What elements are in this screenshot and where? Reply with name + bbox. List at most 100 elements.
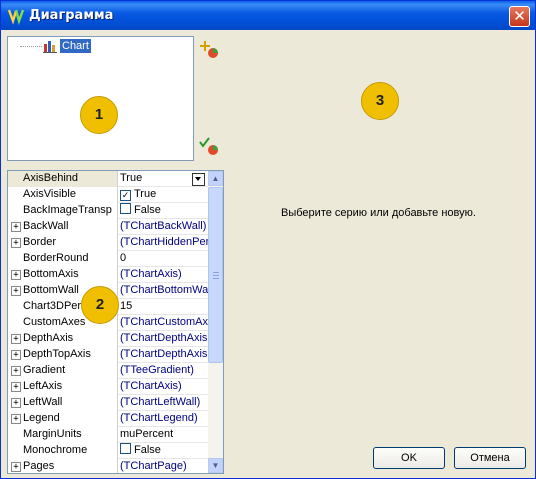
property-value-cell[interactable]: (TChartLeftWall): [118, 395, 208, 411]
property-row[interactable]: + Legend (TChartLegend): [8, 411, 208, 427]
property-row[interactable]: AxisBehind True: [8, 171, 208, 187]
property-row[interactable]: + Pages (TChartPage): [8, 459, 208, 473]
property-value-cell[interactable]: (TChartAxis): [118, 267, 208, 283]
callout-badge-1: 1: [80, 96, 118, 134]
property-grid[interactable]: AxisBehind True AxisVisible ✓ True BackImageT…: [7, 170, 224, 474]
scroll-down-icon[interactable]: ▼: [208, 458, 223, 473]
cancel-button[interactable]: Отмена: [454, 447, 526, 469]
close-button[interactable]: ✕: [509, 6, 530, 27]
window-title: Диаграмма: [29, 8, 114, 23]
expand-icon[interactable]: +: [11, 382, 21, 392]
property-value-cell[interactable]: (TChartDepthAxis: [118, 347, 208, 363]
dropdown-arrow-icon[interactable]: [192, 173, 205, 186]
property-value-cell[interactable]: (TChartAxis): [118, 379, 208, 395]
property-name-cell: + Border: [8, 235, 118, 251]
property-name-cell: Monochrome: [8, 443, 118, 459]
scroll-thumb[interactable]: [208, 187, 223, 363]
property-name: BackImageTransp: [23, 204, 112, 216]
property-value-cell[interactable]: 0: [118, 251, 208, 267]
property-name-cell: + LeftAxis: [8, 379, 118, 395]
property-name: MarginUnits: [23, 428, 82, 440]
tree-item-chart[interactable]: Chart: [60, 39, 91, 53]
property-name-cell: BackImageTransp: [8, 203, 118, 219]
title-bar[interactable]: Диаграмма ✕: [1, 1, 535, 30]
property-row[interactable]: + LeftAxis (TChartAxis): [8, 379, 208, 395]
property-value-cell[interactable]: (TChartCustomAx: [118, 315, 208, 331]
property-value: (TChartDepthAxis: [120, 332, 208, 344]
property-row[interactable]: + BackWall (TChartBackWall): [8, 219, 208, 235]
property-name-cell: AxisBehind: [8, 171, 118, 187]
property-scrollbar[interactable]: ▲ ▼: [208, 171, 223, 473]
add-series-icon[interactable]: [199, 39, 221, 61]
checkbox-checked-icon[interactable]: ✓: [120, 190, 131, 201]
expand-icon[interactable]: +: [11, 286, 21, 296]
property-value: (TChartLeftWall): [120, 396, 201, 408]
property-row[interactable]: BackImageTransp False: [8, 203, 208, 219]
property-value-cell[interactable]: (TTeeGradient): [118, 363, 208, 379]
property-row[interactable]: + BottomAxis (TChartAxis): [8, 267, 208, 283]
property-name: Border: [23, 236, 57, 248]
property-name: Legend: [23, 412, 60, 424]
property-value-cell[interactable]: (TChartDepthAxis: [118, 331, 208, 347]
expand-icon[interactable]: +: [11, 398, 21, 408]
property-row[interactable]: + DepthAxis (TChartDepthAxis: [8, 331, 208, 347]
property-value-cell[interactable]: (TChartPage): [118, 459, 208, 473]
property-value-cell[interactable]: False: [118, 443, 208, 459]
property-value-cell[interactable]: True: [118, 171, 208, 187]
property-row[interactable]: MarginUnits muPercent: [8, 427, 208, 443]
property-name: AxisVisible: [23, 188, 76, 200]
expand-icon[interactable]: +: [11, 366, 21, 376]
property-value-cell[interactable]: (TChartHiddenPen: [118, 235, 208, 251]
property-value-cell[interactable]: (TChartLegend): [118, 411, 208, 427]
property-name-cell: + Legend: [8, 411, 118, 427]
property-row[interactable]: BorderRound 0: [8, 251, 208, 267]
chart-dialog-window: Диаграмма ✕ Chart 1 AxisBehind True AxisVi…: [0, 0, 536, 479]
property-row[interactable]: + Gradient (TTeeGradient): [8, 363, 208, 379]
grip-line: [213, 272, 219, 273]
expand-icon[interactable]: +: [11, 462, 21, 472]
expand-icon[interactable]: +: [11, 270, 21, 280]
expand-icon[interactable]: +: [11, 222, 21, 232]
property-row[interactable]: + Border (TChartHiddenPen: [8, 235, 208, 251]
property-name: AxisBehind: [23, 172, 79, 184]
expand-icon[interactable]: +: [11, 238, 21, 248]
property-value: False: [134, 444, 161, 456]
property-value-cell[interactable]: muPercent: [118, 427, 208, 443]
property-row[interactable]: + LeftWall (TChartLeftWall): [8, 395, 208, 411]
property-name-cell: + BackWall: [8, 219, 118, 235]
property-value: True: [134, 188, 157, 200]
property-name: BottomWall: [23, 284, 79, 296]
property-name-cell: MarginUnits: [8, 427, 118, 443]
property-name-cell: + DepthAxis: [8, 331, 118, 347]
property-name-cell: BorderRound: [8, 251, 118, 267]
check-series-icon[interactable]: [199, 136, 221, 158]
property-name: LeftAxis: [23, 380, 63, 392]
property-name: DepthAxis: [23, 332, 74, 344]
series-editor-panel: Выберите серию или добавьте новую. 3: [230, 36, 527, 440]
checkbox-unchecked-icon[interactable]: [120, 443, 131, 454]
property-name: LeftWall: [23, 396, 63, 408]
ok-button[interactable]: OK: [373, 447, 445, 469]
property-value-cell[interactable]: (TChartBackWall): [118, 219, 208, 235]
expand-icon[interactable]: +: [11, 334, 21, 344]
series-tree[interactable]: Chart 1: [7, 36, 194, 161]
property-row[interactable]: Monochrome False: [8, 443, 208, 459]
property-row[interactable]: AxisVisible ✓ True: [8, 187, 208, 203]
property-row[interactable]: + DepthTopAxis (TChartDepthAxis: [8, 347, 208, 363]
property-value-cell[interactable]: False: [118, 203, 208, 219]
scroll-up-icon[interactable]: ▲: [208, 171, 223, 186]
property-value: True: [120, 172, 143, 184]
expand-icon[interactable]: +: [11, 414, 21, 424]
property-value-cell[interactable]: ✓ True: [118, 187, 208, 203]
property-value-cell[interactable]: (TChartBottomWa: [118, 283, 208, 299]
grip-line: [213, 278, 219, 279]
property-value-cell[interactable]: 15: [118, 299, 208, 315]
property-value: (TChartBackWall): [120, 220, 207, 232]
property-name: BackWall: [23, 220, 69, 232]
property-value: (TChartPage): [120, 460, 187, 472]
property-name: CustomAxes: [23, 316, 86, 328]
checkbox-unchecked-icon[interactable]: [120, 203, 131, 214]
property-name: Gradient: [23, 364, 66, 376]
expand-icon[interactable]: +: [11, 350, 21, 360]
close-icon: ✕: [513, 7, 526, 25]
